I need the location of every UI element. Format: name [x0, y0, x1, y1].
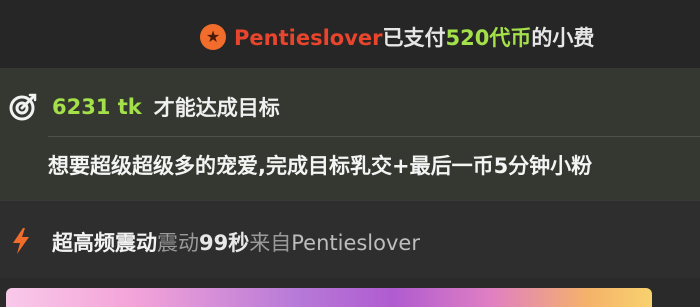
vibration-duration: 99秒 — [199, 231, 250, 255]
goal-suffix: 才能达成目标 — [153, 96, 280, 120]
tipper-username[interactable]: Pentieslover — [234, 26, 382, 50]
vibration-username[interactable]: Pentieslover — [291, 231, 420, 255]
tip-amount: 520代币 — [445, 26, 532, 50]
star-icon: ★ — [200, 24, 226, 50]
tip-paid-text: 已支付 — [382, 26, 446, 50]
vibration-message-row: 超高频震动震动99秒来自Pentieslover — [0, 200, 700, 279]
vibration-level: 超高频震动 — [52, 231, 157, 255]
goal-description: 想要超级超级多的宠爱,完成目标乳交+最后一币5分钟小粉 — [48, 154, 593, 178]
vibration-from: 来自 — [249, 231, 292, 255]
tip-suffix: 的小费 — [531, 26, 595, 50]
lightning-icon — [13, 228, 29, 254]
goal-token-count: 6231 tk — [52, 95, 142, 119]
target-icon — [9, 93, 37, 121]
goal-divider — [48, 136, 700, 137]
vibration-text: 超高频震动震动99秒来自Pentieslover — [52, 227, 420, 257]
tip-message-text: Pentieslover已支付520代币的小费 — [234, 22, 594, 52]
vibration-word: 震动 — [157, 231, 199, 255]
tip-message-row: ★ Pentieslover已支付520代币的小费 — [0, 0, 700, 68]
goal-panel: 6231 tk 才能达成目标 想要超级超级多的宠爱,完成目标乳交+最后一币5分钟… — [0, 68, 700, 200]
video-thumbnail[interactable] — [6, 288, 652, 307]
